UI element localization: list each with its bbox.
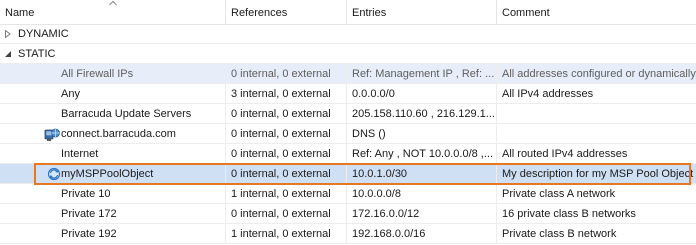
triangle-down-icon[interactable] [4,50,12,58]
network-objects-grid: Name References Entries Comment DYNAMIC … [0,0,696,245]
object-name: Private 172 [61,208,117,220]
name-cell: Any [0,84,226,104]
sort-up-arrow-icon [109,0,117,6]
object-name: Any [61,88,80,100]
name-cell: connect.barracuda.com [0,124,226,144]
column-header-comment[interactable]: Comment [497,0,696,24]
object-name: Barracuda Update Servers [61,108,192,120]
name-cell: Private 172 [0,204,226,224]
name-cell: All Firewall IPs [0,64,226,84]
column-header-references-label: References [231,7,288,19]
entries-cell: Ref: Any , NOT 10.0.0.0/8 ,... [347,144,497,164]
references-cell: 3 internal, 0 external [226,84,347,104]
object-name: Private 192 [61,228,117,240]
entries-cell: DNS () [347,124,497,144]
column-header-comment-label: Comment [502,7,550,19]
object-name: Private 10 [61,188,111,200]
name-cell: Private 192 [0,224,226,244]
column-header-entries-label: Entries [352,7,387,19]
column-header-name[interactable]: Name [0,0,226,24]
table-row[interactable]: Internet 0 internal, 0 external Ref: Any… [0,144,696,164]
references-cell: 0 internal, 0 external [226,64,347,84]
group-label-dynamic: DYNAMIC [18,28,69,40]
comment-cell [497,124,696,144]
entries-cell: 10.0.1.0/30 [347,164,497,184]
references-cell: 0 internal, 0 external [226,104,347,124]
table-row[interactable]: Private 172 0 internal, 0 external 172.1… [0,204,696,224]
comment-cell [497,104,696,124]
comment-cell: 16 private class B networks [502,208,636,220]
table-row[interactable]: Private 10 1 internal, 0 external 10.0.0… [0,184,696,204]
comment-cell: All IPv4 addresses [502,88,594,100]
network-computer-icon [44,128,60,141]
name-cell: myMSPPoolObject [0,164,226,184]
object-name: Internet [61,148,99,160]
comment-cell: Private class B network [502,228,617,240]
column-header-name-label: Name [5,7,35,19]
group-row-static[interactable]: STATIC [0,44,696,64]
table-row-selected[interactable]: myMSPPoolObject 0 internal, 0 external 1… [0,164,696,184]
name-cell: Internet [0,144,226,164]
entries-cell: 192.168.0.0/16 [347,224,497,244]
comment-cell: Private class A network [502,188,616,200]
triangle-right-icon[interactable] [4,30,12,38]
column-header-entries[interactable]: Entries [347,0,497,24]
object-name: All Firewall IPs [61,68,134,80]
group-label-static: STATIC [18,48,56,60]
table-row[interactable]: Barracuda Update Servers 0 internal, 0 e… [0,104,696,124]
references-cell: 1 internal, 0 external [226,224,347,244]
object-name: connect.barracuda.com [61,128,176,140]
group-row-dynamic[interactable]: DYNAMIC [0,24,696,44]
entries-cell: 205.158.110.60 , 216.129.1... [347,104,497,124]
table-row[interactable]: Private 192 1 internal, 0 external 192.1… [0,224,696,244]
name-cell: Barracuda Update Servers [0,104,226,124]
table-row[interactable]: Any 3 internal, 0 external 0.0.0.0/0 All… [0,84,696,104]
comment-cell: All routed IPv4 addresses [502,148,628,160]
entries-cell: Ref: Management IP , Ref: ... [347,64,497,84]
object-name: myMSPPoolObject [61,168,154,180]
entries-cell: 0.0.0.0/0 [347,84,497,104]
column-header-references[interactable]: References [226,0,347,24]
comment-cell: My description for my MSP Pool Object [502,168,694,180]
entries-cell: 10.0.0.0/8 [347,184,497,204]
references-cell: 1 internal, 0 external [226,184,347,204]
references-cell: 0 internal, 0 external [226,164,347,184]
grid-header: Name References Entries Comment [0,0,696,25]
references-cell: 0 internal, 0 external [226,204,347,224]
references-cell: 0 internal, 0 external [226,124,347,144]
sync-pool-icon [47,167,61,181]
entries-cell: 172.16.0.0/12 [347,204,497,224]
table-row[interactable]: All Firewall IPs 0 internal, 0 external … [0,64,696,84]
name-cell: Private 10 [0,184,226,204]
comment-cell: All addresses configured or dynamically.… [502,68,696,80]
references-cell: 0 internal, 0 external [226,144,347,164]
table-row[interactable]: connect.barracuda.com 0 internal, 0 exte… [0,124,696,144]
